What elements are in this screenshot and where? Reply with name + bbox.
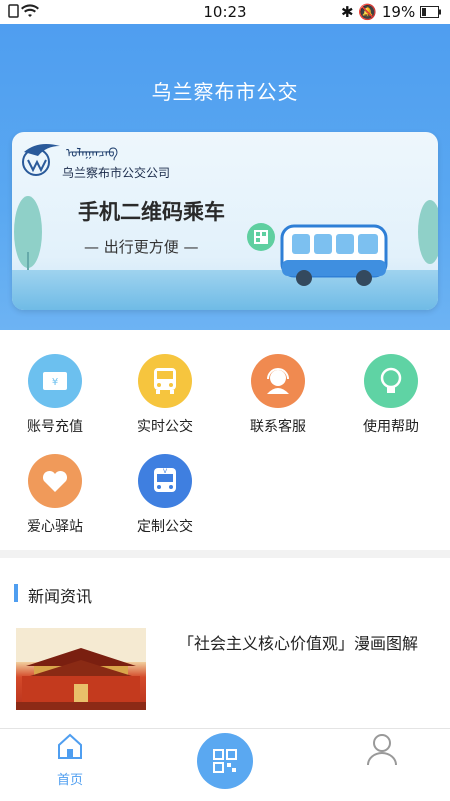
func-customer-service[interactable]: 联系客服 [223, 354, 333, 436]
func-custom-bus[interactable]: V 定制公交 [110, 454, 220, 536]
func-help[interactable]: 使用帮助 [336, 354, 446, 436]
func-realtime-bus[interactable]: 实时公交 [110, 354, 220, 436]
bus-icon [138, 354, 192, 408]
bottom-tab-bar: 首页 [0, 728, 450, 801]
company-name: 乌兰察布市公交公司 [62, 166, 171, 180]
svg-text:¥: ¥ [52, 377, 58, 388]
custom-bus-icon: V [138, 454, 192, 508]
news-headline[interactable]: 「社会主义核心价值观」漫画图解 [178, 632, 438, 656]
news-thumbnail[interactable] [16, 628, 146, 710]
func-label: 爱心驿站 [27, 519, 83, 535]
tiananmen-image [16, 628, 146, 710]
headset-icon [251, 354, 305, 408]
heart-icon [28, 454, 82, 508]
tab-home[interactable]: 首页 [40, 731, 100, 788]
status-bar: 10:23 ✱ 🔕 19% [0, 0, 450, 24]
func-label: 使用帮助 [363, 419, 419, 435]
home-icon [58, 733, 82, 759]
section-accent-bar [14, 584, 18, 602]
qr-code-icon [213, 749, 237, 773]
qr-bubble-icon [247, 223, 275, 251]
tab-home-label: 首页 [56, 773, 83, 788]
function-grid: ¥ 账号充值 实时公交 联系客服 使用帮助 爱心驿站 V 定制公交 [0, 330, 450, 550]
qr-code-button[interactable] [197, 733, 253, 789]
promo-banner[interactable]: ᠤᠯᠠᠭᠠᠨᠴᠠᠪ 乌兰察布市公交公司 手机二维码乘车 — 出行更方便 — [12, 132, 438, 310]
func-love-station[interactable]: 爱心驿站 [0, 454, 110, 536]
func-label: 联系客服 [250, 419, 306, 435]
banner-subslogan: — 出行更方便 — [84, 238, 199, 256]
wallet-icon: ¥ [28, 354, 82, 408]
news-section-title: 新闻资讯 [28, 587, 93, 606]
bus-illustration [280, 224, 388, 286]
company-script-logo: ᠤᠯᠠᠭᠠᠨᠴᠠᠪ [66, 146, 118, 160]
user-icon [367, 734, 397, 766]
page-title: 乌兰察布市公交 [151, 80, 299, 104]
bluetooth-icon: ✱ [341, 3, 354, 21]
app-header: 乌兰察布市公交 ᠤᠯᠠᠭᠠᠨᠴᠠᠪ 乌兰察布市公交公司 手机二维码乘车 — 出行… [0, 24, 450, 330]
news-section: 新闻资讯 「社会主义核心价值观」漫画图解 [0, 558, 450, 728]
battery-percent: 19% [381, 3, 416, 21]
battery-icon [420, 6, 441, 18]
func-label: 定制公交 [137, 519, 193, 535]
banner-slogan: 手机二维码乘车 [78, 200, 225, 224]
func-label: 实时公交 [137, 419, 193, 435]
status-icons-right: ✱ 🔕 19% [341, 3, 442, 21]
tab-profile[interactable] [352, 731, 412, 771]
lightbulb-icon [364, 354, 418, 408]
func-label: 账号充值 [27, 419, 83, 435]
func-recharge[interactable]: ¥ 账号充值 [0, 354, 110, 436]
mute-icon: 🔕 [358, 3, 378, 21]
